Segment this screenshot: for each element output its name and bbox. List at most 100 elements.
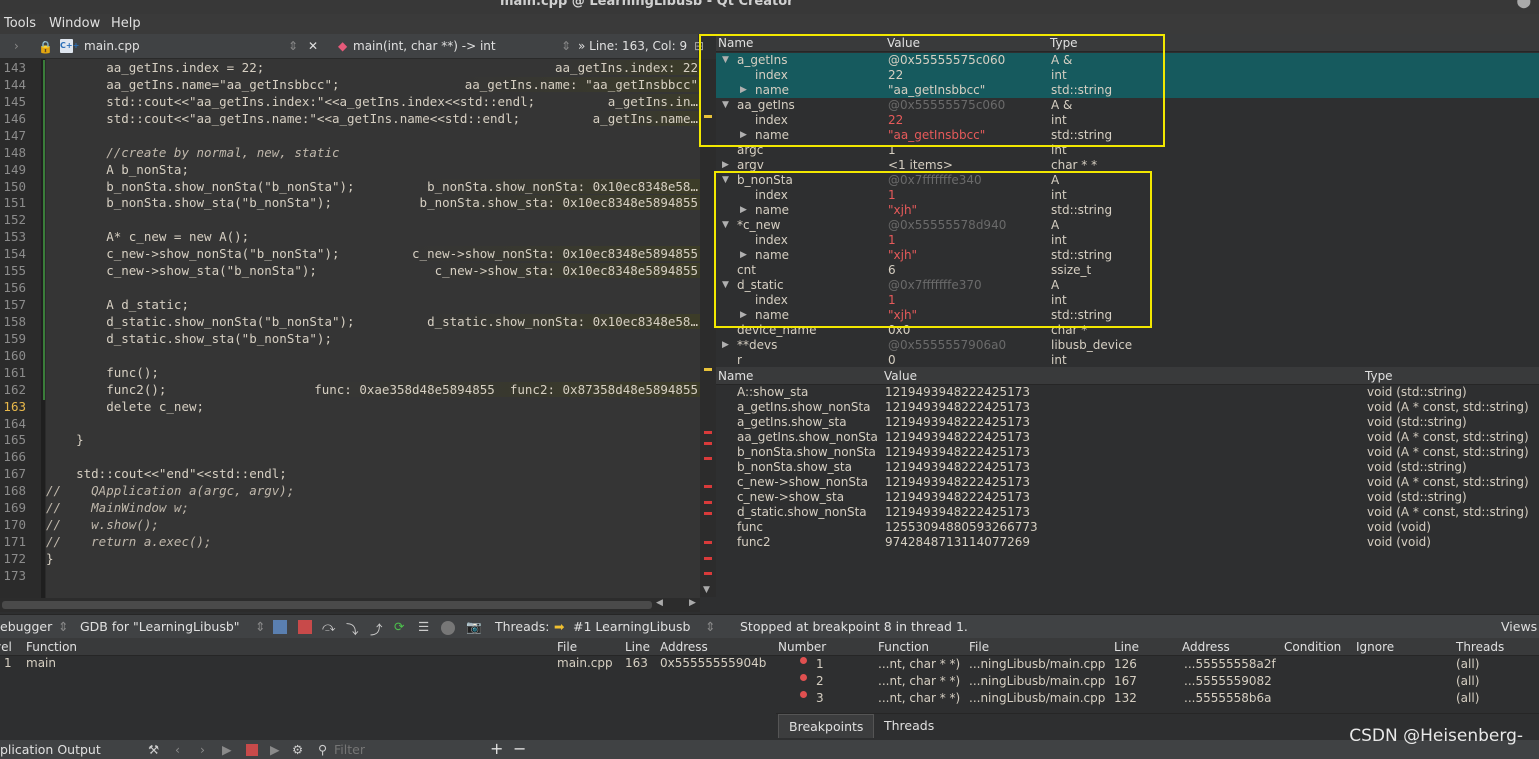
stack-col-line[interactable]: Line <box>625 640 650 654</box>
line-number[interactable]: 148 <box>0 145 26 160</box>
menu-help[interactable]: Help <box>111 16 141 31</box>
expression-row[interactable]: b_nonSta.show_nonSta 1219493948222425173 v… <box>716 445 1539 460</box>
bp-col-threads[interactable]: Threads <box>1456 640 1504 654</box>
expression-row[interactable]: A::show_sta 1219493948222425173 void (std:… <box>716 385 1539 400</box>
stack-view[interactable]: vel Function File Line Address 1 main ma… <box>0 638 776 738</box>
continue-icon[interactable] <box>273 620 287 634</box>
bp-col-condition[interactable]: Condition <box>1284 640 1341 654</box>
breakpoint-row[interactable]: 2 ...nt, char * *) ...ningLibusb/main.cpp 1… <box>776 674 1539 689</box>
restart-icon[interactable]: ⟳ <box>394 619 404 634</box>
zoom-out-icon[interactable]: − <box>513 739 526 758</box>
code-line[interactable]: c_new->show_sta("b_nonSta"); <box>46 263 317 278</box>
expression-row[interactable]: d_static.show_nonSta 1219493948222425173 v… <box>716 505 1539 520</box>
bp-col-number[interactable]: Number <box>778 640 826 654</box>
expressions-view[interactable]: Name Value Type A::show_sta 1219493948222… <box>716 367 1539 599</box>
breakpoint-row[interactable]: 3 ...nt, char * *) ...ningLibusb/main.cpp 1… <box>776 691 1539 706</box>
mode-chevron-icon[interactable]: ⇕ <box>58 619 68 634</box>
next-item-icon[interactable]: › <box>200 742 205 757</box>
bp-col-file[interactable]: File <box>969 640 989 654</box>
line-number[interactable]: 157 <box>0 297 26 312</box>
code-line[interactable]: b_nonSta.show_nonSta("b_nonSta"); <box>46 179 354 194</box>
line-number[interactable]: 160 <box>0 348 26 363</box>
line-number[interactable]: 167 <box>0 466 26 481</box>
symbol-selector[interactable]: main(int, char **) -> int <box>353 39 496 53</box>
tab-threads[interactable]: Threads <box>874 714 944 738</box>
line-number[interactable]: 159 <box>0 331 26 346</box>
code-line[interactable]: c_new->show_nonSta("b_nonSta"); <box>46 246 339 261</box>
line-number[interactable]: 164 <box>0 416 26 431</box>
code-line[interactable]: aa_getIns.name="aa_getInsbbcc"; <box>46 77 339 92</box>
scroll-right-icon[interactable]: ▶ <box>689 598 696 608</box>
line-number[interactable]: 143 <box>0 60 26 75</box>
code-line[interactable]: // w.show(); <box>46 517 159 532</box>
thread-selector[interactable]: #1 LearningLibusb <box>573 619 690 634</box>
expression-row[interactable]: a_getIns.show_sta 1219493948222425173 void… <box>716 415 1539 430</box>
output-filter-input[interactable] <box>334 741 474 758</box>
code-line[interactable]: //create by normal, new, static <box>46 145 339 160</box>
line-number[interactable]: 158 <box>0 314 26 329</box>
cursor-position[interactable]: » Line: 163, Col: 9 <box>578 39 687 53</box>
clean-output-icon[interactable]: ⚒ <box>148 742 159 757</box>
locals-row[interactable]: r 0 int <box>716 353 1539 368</box>
debugger-mode-selector[interactable]: ebugger <box>0 619 52 634</box>
stop-icon[interactable] <box>246 744 258 756</box>
line-number[interactable]: 166 <box>0 449 26 464</box>
code-line[interactable]: aa_getIns.index = 22; <box>46 60 264 75</box>
step-over-icon[interactable]: ⤼ <box>322 619 335 635</box>
expression-row[interactable]: func 12553094880593266773 void (void) <box>716 520 1539 535</box>
line-number[interactable]: 147 <box>0 128 26 143</box>
stack-col-level[interactable]: vel <box>0 640 12 654</box>
scrollbar-thumb[interactable] <box>2 601 652 609</box>
code-line[interactable]: delete c_new; <box>46 399 204 414</box>
expr-col-value[interactable]: Value <box>884 369 917 383</box>
expression-row[interactable]: aa_getIns.show_nonSta 1219493948222425173… <box>716 430 1539 445</box>
code-line[interactable]: A* c_new = new A(); <box>46 229 249 244</box>
code-line[interactable]: A d_static; <box>46 297 189 312</box>
line-number[interactable]: 145 <box>0 94 26 109</box>
code-editor[interactable]: aa_getIns.index = 22; aa_getIns.index: 22… <box>46 59 700 599</box>
step-out-icon[interactable]: ⤴ <box>370 619 383 638</box>
tab-breakpoints[interactable]: Breakpoints <box>778 714 875 738</box>
run-icon[interactable]: ▶ <box>222 742 232 757</box>
line-number[interactable]: 161 <box>0 365 26 380</box>
engine-chevron-icon[interactable]: ⇕ <box>255 619 265 634</box>
expr-col-name[interactable]: Name <box>718 369 753 383</box>
expand-arrow-icon[interactable]: ▶ <box>722 160 729 170</box>
line-number[interactable]: 156 <box>0 280 26 295</box>
locals-row[interactable]: ▶ **devs @0x5555557906a0 libusb_device <box>716 338 1539 353</box>
line-number[interactable]: 149 <box>0 162 26 177</box>
code-line[interactable]: std::cout<<"aa_getIns.index:"<<a_getIns.… <box>46 94 535 109</box>
code-line[interactable]: b_nonSta.show_sta("b_nonSta"); <box>46 195 332 210</box>
open-file-selector[interactable]: main.cpp <box>84 39 140 53</box>
code-line[interactable]: d_static.show_sta("b_nonSta"); <box>46 331 332 346</box>
expression-row[interactable]: c_new->show_nonSta 1219493948222425173 voi… <box>716 475 1539 490</box>
code-line[interactable]: // return a.exec(); <box>46 534 212 549</box>
expr-col-type[interactable]: Type <box>1365 369 1393 383</box>
line-number[interactable]: 146 <box>0 111 26 126</box>
settings-gear-icon[interactable]: ⚙ <box>292 742 303 757</box>
window-controls[interactable]: ⬤ <box>1516 0 1531 9</box>
scroll-down-icon[interactable]: ▼ <box>703 585 710 595</box>
expression-row[interactable]: a_getIns.show_nonSta 1219493948222425173 v… <box>716 400 1539 415</box>
record-icon[interactable] <box>441 621 455 635</box>
bp-col-ignore[interactable]: Ignore <box>1356 640 1394 654</box>
line-number[interactable]: 150 <box>0 179 26 194</box>
line-number[interactable]: 168 <box>0 483 26 498</box>
scroll-left-icon[interactable]: ◀ <box>656 598 663 608</box>
line-number[interactable]: 173 <box>0 568 26 583</box>
output-pane-title[interactable]: plication Output <box>0 742 101 757</box>
step-into-icon[interactable]: ⤵ <box>346 619 359 638</box>
line-number[interactable]: 172 <box>0 551 26 566</box>
file-selector-chevron-icon[interactable]: ⇕ <box>288 39 298 53</box>
code-line[interactable]: // MainWindow w; <box>46 500 189 515</box>
line-number[interactable]: 162 <box>0 382 26 397</box>
expression-row[interactable]: c_new->show_sta 1219493948222425173 void (… <box>716 490 1539 505</box>
menu-window[interactable]: Window <box>49 16 100 31</box>
line-number[interactable]: 170 <box>0 517 26 532</box>
line-number[interactable]: 165 <box>0 432 26 447</box>
breakpoint-row[interactable]: 1 ...nt, char * *) ...ningLibusb/main.cpp 1… <box>776 657 1539 672</box>
line-number[interactable]: 171 <box>0 534 26 549</box>
expand-arrow-icon[interactable]: ▶ <box>722 340 729 350</box>
engine-selector[interactable]: GDB for "LearningLibusb" <box>80 619 240 634</box>
operate-by-instruction-icon[interactable]: ☰ <box>418 619 429 634</box>
